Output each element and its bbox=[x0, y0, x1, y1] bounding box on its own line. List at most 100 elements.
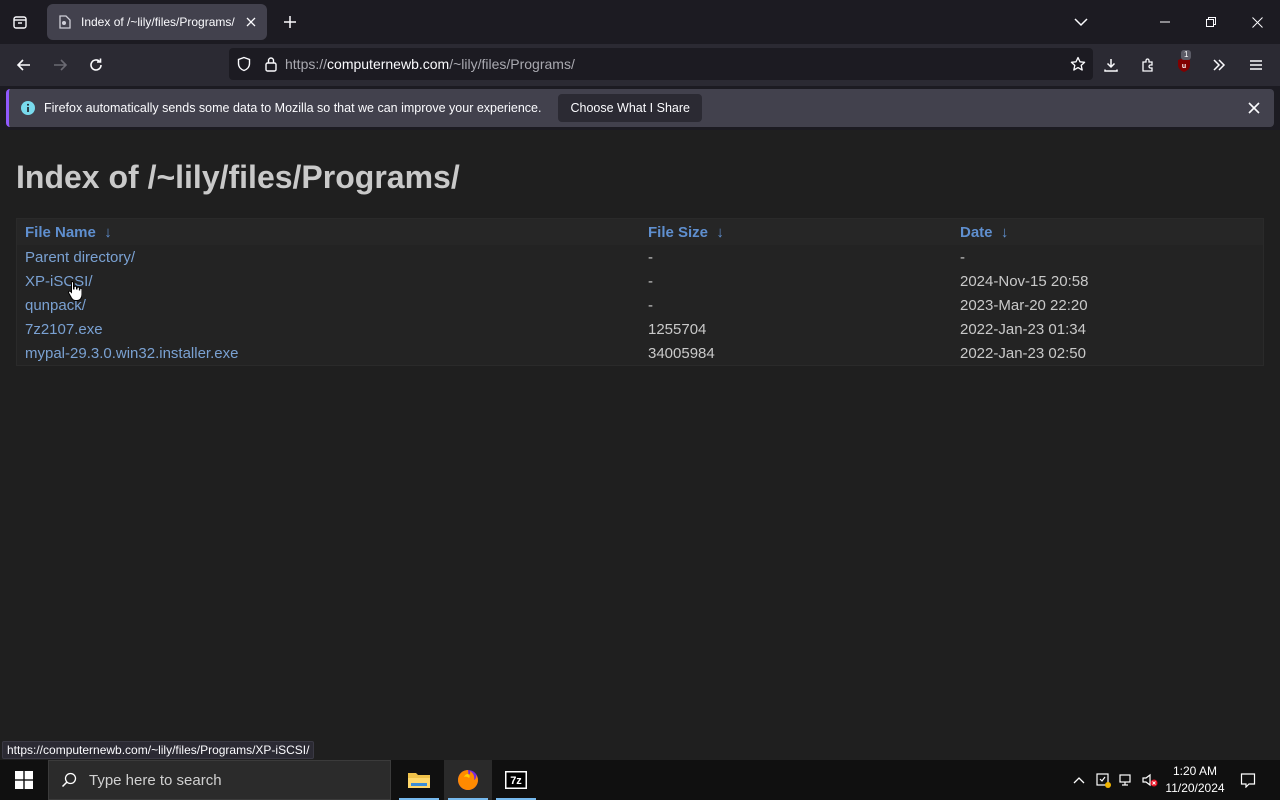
tray-volume-icon[interactable] bbox=[1139, 760, 1161, 800]
tray-network-icon[interactable] bbox=[1116, 760, 1138, 800]
file-date: 2022-Jan-23 02:50 bbox=[960, 345, 1086, 362]
close-window-button[interactable] bbox=[1234, 0, 1280, 44]
tray-security-icon[interactable] bbox=[1092, 760, 1114, 800]
file-size: 34005984 bbox=[648, 345, 715, 362]
page-title: Index of /~lily/files/Programs/ bbox=[16, 159, 460, 195]
notification-close-icon[interactable] bbox=[1244, 98, 1264, 118]
action-center-button[interactable] bbox=[1234, 760, 1262, 800]
network-icon bbox=[1119, 774, 1131, 786]
page-favicon-icon bbox=[57, 14, 73, 30]
sort-by-date-link[interactable]: Date ↓ bbox=[960, 224, 1008, 241]
tab-title: Index of /~lily/files/Programs/ bbox=[81, 15, 235, 29]
table-row: qunpack/ - 2023-Mar-20 22:20 bbox=[17, 297, 1263, 321]
clock-date: 11/20/2024 bbox=[1165, 781, 1225, 795]
taskbar-firefox[interactable] bbox=[444, 760, 492, 800]
defender-warning-icon bbox=[1096, 773, 1111, 788]
taskbar-7zip[interactable]: 7z bbox=[492, 760, 540, 800]
svg-text:7z: 7z bbox=[510, 775, 522, 787]
start-button[interactable] bbox=[0, 760, 48, 800]
file-date: - bbox=[960, 249, 965, 266]
new-tab-button[interactable] bbox=[278, 10, 302, 34]
windows-taskbar: Type here to search 7z 1:20 AM 11/20/202… bbox=[0, 760, 1280, 800]
list-all-tabs-button[interactable] bbox=[1068, 10, 1094, 34]
file-listing-table: File Name ↓ File Size ↓ Date ↓ Parent di… bbox=[16, 218, 1264, 366]
hand-cursor-icon bbox=[68, 280, 82, 301]
file-date: 2022-Jan-23 01:34 bbox=[960, 321, 1086, 338]
app-menu-button[interactable] bbox=[1241, 50, 1271, 80]
sort-by-name-link[interactable]: File Name ↓ bbox=[25, 224, 112, 241]
url-bar[interactable]: https://computernewb.com/~lily/files/Pro… bbox=[229, 48, 1093, 80]
hamburger-menu-icon bbox=[1250, 60, 1262, 70]
firefox-view-icon bbox=[13, 16, 27, 29]
close-icon bbox=[1251, 16, 1263, 28]
choose-what-i-share-button[interactable]: Choose What I Share bbox=[558, 94, 702, 122]
more-tools-button[interactable] bbox=[1204, 50, 1234, 80]
info-icon bbox=[20, 100, 36, 116]
ublock-badge: 1 bbox=[1181, 50, 1192, 60]
windows-logo-icon bbox=[15, 771, 33, 789]
minimize-button[interactable] bbox=[1142, 0, 1188, 44]
folder-icon bbox=[408, 773, 430, 788]
file-size: - bbox=[648, 273, 653, 290]
file-date: 2024-Nov-15 20:58 bbox=[960, 273, 1089, 290]
table-header: File Name ↓ File Size ↓ Date ↓ bbox=[17, 219, 1263, 245]
restore-button[interactable] bbox=[1188, 0, 1234, 44]
file-size: - bbox=[648, 249, 653, 266]
file-date: 2023-Mar-20 22:20 bbox=[960, 297, 1088, 314]
url-host: computernewb.com bbox=[327, 56, 450, 72]
firefox-view-button[interactable] bbox=[6, 8, 34, 36]
lock-icon[interactable] bbox=[259, 48, 283, 80]
chevron-up-icon bbox=[1073, 777, 1085, 784]
file-size: 1255704 bbox=[648, 321, 707, 338]
reload-button[interactable] bbox=[81, 50, 111, 80]
search-placeholder: Type here to search bbox=[89, 771, 222, 789]
file-link[interactable]: mypal-29.3.0.win32.installer.exe bbox=[25, 345, 238, 362]
back-arrow-icon bbox=[16, 59, 30, 71]
file-link[interactable]: Parent directory/ bbox=[25, 249, 135, 266]
table-row: mypal-29.3.0.win32.installer.exe 3400598… bbox=[17, 345, 1263, 369]
restore-icon bbox=[1206, 17, 1216, 27]
plus-icon bbox=[284, 16, 296, 28]
taskbar-file-explorer[interactable] bbox=[395, 760, 443, 800]
link-status-tooltip: https://computernewb.com/~lily/files/Pro… bbox=[2, 741, 315, 759]
forward-arrow-icon bbox=[54, 59, 68, 71]
extensions-button[interactable] bbox=[1133, 50, 1163, 80]
downloads-button[interactable] bbox=[1096, 50, 1126, 80]
bookmark-star-icon[interactable] bbox=[1063, 48, 1093, 80]
puzzle-icon bbox=[1142, 58, 1153, 72]
tab-bar: Index of /~lily/files/Programs/ bbox=[0, 0, 1280, 44]
data-collection-notification: Firefox automatically sends some data to… bbox=[6, 89, 1274, 127]
chevron-double-right-icon bbox=[1213, 59, 1226, 71]
tab-active[interactable]: Index of /~lily/files/Programs/ bbox=[47, 4, 267, 40]
show-hidden-icons-button[interactable] bbox=[1068, 760, 1090, 800]
download-icon bbox=[1104, 59, 1118, 72]
navigation-toolbar: https://computernewb.com/~lily/files/Pro… bbox=[0, 44, 1280, 86]
sort-by-size-link[interactable]: File Size ↓ bbox=[648, 224, 724, 241]
volume-muted-icon bbox=[1142, 773, 1158, 787]
table-row: Parent directory/ - - bbox=[17, 249, 1263, 273]
tracking-protection-shield-icon[interactable] bbox=[229, 48, 259, 80]
back-button[interactable] bbox=[9, 50, 39, 80]
7zip-icon: 7z bbox=[505, 771, 527, 789]
search-icon bbox=[49, 772, 89, 788]
notification-icon bbox=[1240, 773, 1256, 788]
page-content: Index of /~lily/files/Programs/ File Nam… bbox=[0, 130, 1280, 760]
table-row: XP-iSCSI/ - 2024-Nov-15 20:58 bbox=[17, 273, 1263, 297]
taskbar-search-box[interactable]: Type here to search bbox=[48, 760, 391, 800]
reload-icon bbox=[90, 58, 102, 71]
url-scheme: https:// bbox=[285, 56, 328, 72]
file-link[interactable]: XP-iSCSI/ bbox=[25, 273, 93, 290]
file-link[interactable]: 7z2107.exe bbox=[25, 321, 103, 338]
clock-time: 1:20 AM bbox=[1172, 764, 1218, 778]
taskbar-clock[interactable]: 1:20 AM 11/20/2024 bbox=[1160, 763, 1230, 797]
svg-text:u: u bbox=[1182, 63, 1186, 70]
forward-button[interactable] bbox=[45, 50, 75, 80]
url-text[interactable]: https://computernewb.com/~lily/files/Pro… bbox=[285, 56, 1063, 72]
minimize-icon bbox=[1160, 21, 1170, 23]
window-controls bbox=[1142, 0, 1280, 44]
chevron-down-icon bbox=[1074, 18, 1088, 27]
firefox-icon bbox=[458, 770, 478, 790]
file-size: - bbox=[648, 297, 653, 314]
tab-close-icon[interactable] bbox=[243, 14, 259, 30]
notification-message: Firefox automatically sends some data to… bbox=[44, 101, 542, 115]
